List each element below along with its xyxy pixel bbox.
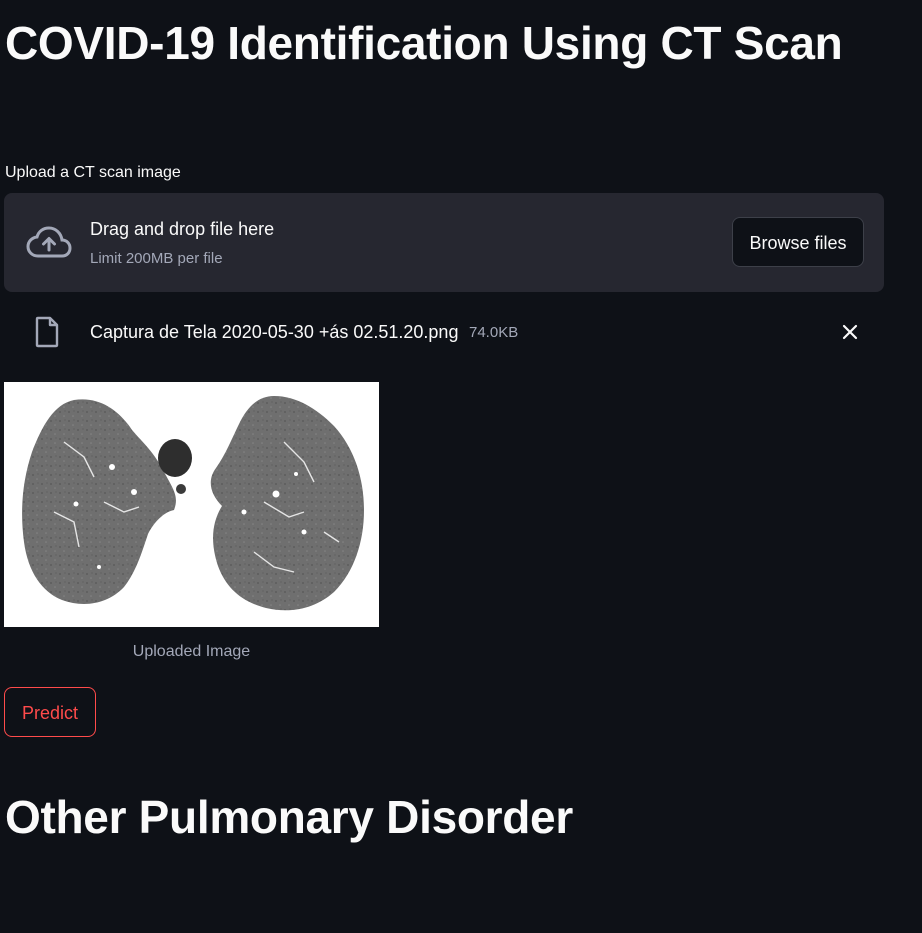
file-icon <box>35 316 59 348</box>
remove-file-button[interactable] <box>836 318 864 346</box>
uploaded-file-size: 74.0KB <box>469 324 519 341</box>
uploader-label: Upload a CT scan image <box>5 164 181 181</box>
page-title: COVID-19 Identification Using CT Scan <box>5 17 843 69</box>
image-caption: Uploaded Image <box>132 643 251 660</box>
close-icon <box>842 324 858 340</box>
section-heading: Other Pulmonary Disorder <box>5 791 573 843</box>
uploaded-ct-image <box>4 382 379 627</box>
file-dropzone[interactable]: Drag and drop file here Limit 200MB per … <box>4 193 884 292</box>
browse-files-button[interactable]: Browse files <box>732 217 864 267</box>
uploaded-file-name: Captura de Tela 2020-05-30 +ás 02.51.20.… <box>90 322 459 342</box>
dropzone-limit: Limit 200MB per file <box>90 250 223 267</box>
uploaded-file-row: Captura de Tela 2020-05-30 +ás 02.51.20.… <box>4 310 884 354</box>
cloud-upload-icon <box>26 226 72 258</box>
predict-button[interactable]: Predict <box>4 687 96 737</box>
ct-scan-picture <box>4 382 379 627</box>
dropzone-instruction: Drag and drop file here <box>90 219 275 239</box>
